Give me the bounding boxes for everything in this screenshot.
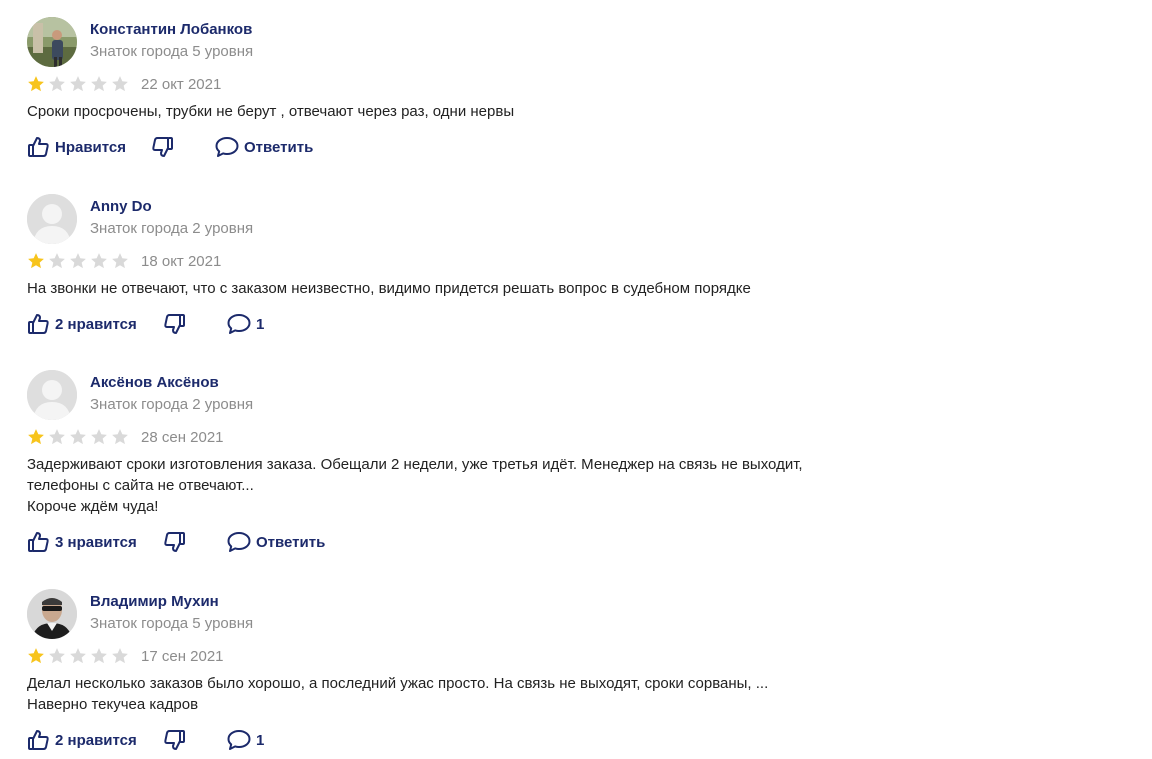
star-filled-icon bbox=[28, 253, 44, 269]
star-empty-icon bbox=[91, 253, 107, 269]
thumb-up-icon bbox=[27, 312, 51, 336]
like-label: 2 нравится bbox=[55, 731, 137, 749]
comment-icon bbox=[226, 728, 252, 752]
review-text-line: Сроки просрочены, трубки не берут , отве… bbox=[27, 103, 515, 120]
review-text: Делал несколько заказов было хорошо, а п… bbox=[27, 673, 1027, 715]
thumb-up-icon bbox=[27, 728, 51, 752]
thumb-up-icon bbox=[27, 530, 51, 554]
star-empty-icon bbox=[112, 648, 128, 664]
review-text-line: На звонки не отвечают, что с заказом неи… bbox=[27, 280, 751, 297]
star-empty-icon bbox=[70, 648, 86, 664]
author-level: Знаток города 5 уровня bbox=[90, 43, 254, 60]
review-date: 17 сен 2021 bbox=[141, 648, 224, 665]
star-empty-icon bbox=[91, 76, 107, 92]
star-empty-icon bbox=[112, 429, 128, 445]
comment-icon bbox=[214, 135, 240, 159]
star-empty-icon bbox=[49, 76, 65, 92]
comments-button[interactable]: 1 bbox=[226, 311, 264, 337]
dislike-button[interactable] bbox=[162, 311, 186, 337]
star-empty-icon bbox=[112, 76, 128, 92]
like-button[interactable]: 2 нравится bbox=[27, 311, 137, 337]
star-empty-icon bbox=[112, 253, 128, 269]
thumb-up-icon bbox=[27, 135, 51, 159]
comment-count: 1 bbox=[256, 731, 265, 749]
review-text: На звонки не отвечают, что с заказом неи… bbox=[27, 278, 1027, 299]
star-empty-icon bbox=[70, 76, 86, 92]
comments-button[interactable]: 1 bbox=[226, 727, 264, 753]
author-level: Знаток города 2 уровня bbox=[90, 220, 254, 237]
avatar[interactable] bbox=[27, 370, 77, 420]
reply-label: Ответить bbox=[244, 138, 314, 156]
like-button[interactable]: 3 нравится bbox=[27, 529, 137, 555]
comment-icon bbox=[226, 530, 252, 554]
like-button[interactable]: 2 нравится bbox=[27, 727, 137, 753]
reply-label: Ответить bbox=[256, 533, 326, 551]
reply-button[interactable]: Ответить bbox=[214, 134, 313, 160]
comment-icon bbox=[226, 312, 252, 336]
author-name[interactable]: Константин Лобанков bbox=[90, 21, 252, 38]
review-text-line: Задерживают сроки изготовления заказа. О… bbox=[27, 456, 803, 473]
review-text: Сроки просрочены, трубки не берут , отве… bbox=[27, 101, 1027, 122]
star-filled-icon bbox=[28, 648, 44, 664]
star-empty-icon bbox=[91, 429, 107, 445]
star-rating bbox=[27, 75, 132, 95]
reply-button[interactable]: Ответить bbox=[226, 529, 325, 555]
star-empty-icon bbox=[49, 253, 65, 269]
author-name[interactable]: Владимир Мухин bbox=[90, 593, 219, 610]
like-label: Нравится bbox=[55, 138, 127, 156]
thumb-down-icon bbox=[162, 312, 186, 336]
author-level: Знаток города 5 уровня bbox=[90, 615, 254, 632]
like-button[interactable]: Нравится bbox=[27, 134, 126, 160]
star-filled-icon bbox=[28, 76, 44, 92]
avatar[interactable] bbox=[27, 17, 77, 67]
review-date: 18 окт 2021 bbox=[141, 253, 222, 270]
author-name[interactable]: Anny Do bbox=[90, 198, 152, 215]
dislike-button[interactable] bbox=[162, 727, 186, 753]
author-level: Знаток города 2 уровня bbox=[90, 396, 254, 413]
thumb-down-icon bbox=[162, 530, 186, 554]
star-rating bbox=[27, 647, 132, 667]
review-text: Задерживают сроки изготовления заказа. О… bbox=[27, 454, 1027, 517]
author-name[interactable]: Аксёнов Аксёнов bbox=[90, 374, 219, 391]
avatar[interactable] bbox=[27, 194, 77, 244]
like-label: 2 нравится bbox=[55, 315, 137, 333]
star-empty-icon bbox=[91, 648, 107, 664]
review-text-line: Короче ждём чуда! bbox=[27, 498, 159, 515]
dislike-button[interactable] bbox=[162, 529, 186, 555]
thumb-down-icon bbox=[150, 135, 174, 159]
like-label: 3 нравится bbox=[55, 533, 137, 551]
review-text-line: Наверно текучеа кадров bbox=[27, 696, 199, 713]
review-date: 22 окт 2021 bbox=[141, 76, 222, 93]
star-rating bbox=[27, 252, 132, 272]
review-text-line: Делал несколько заказов было хорошо, а п… bbox=[27, 675, 769, 692]
thumb-down-icon bbox=[162, 728, 186, 752]
review-date: 28 сен 2021 bbox=[141, 429, 224, 446]
star-empty-icon bbox=[70, 253, 86, 269]
dislike-button[interactable] bbox=[150, 134, 174, 160]
star-rating bbox=[27, 428, 132, 448]
review-text-line: телефоны с сайта не отвечают... bbox=[27, 477, 254, 494]
avatar[interactable] bbox=[27, 589, 77, 639]
star-empty-icon bbox=[49, 429, 65, 445]
star-empty-icon bbox=[70, 429, 86, 445]
star-filled-icon bbox=[28, 429, 44, 445]
star-empty-icon bbox=[49, 648, 65, 664]
comment-count: 1 bbox=[256, 315, 265, 333]
